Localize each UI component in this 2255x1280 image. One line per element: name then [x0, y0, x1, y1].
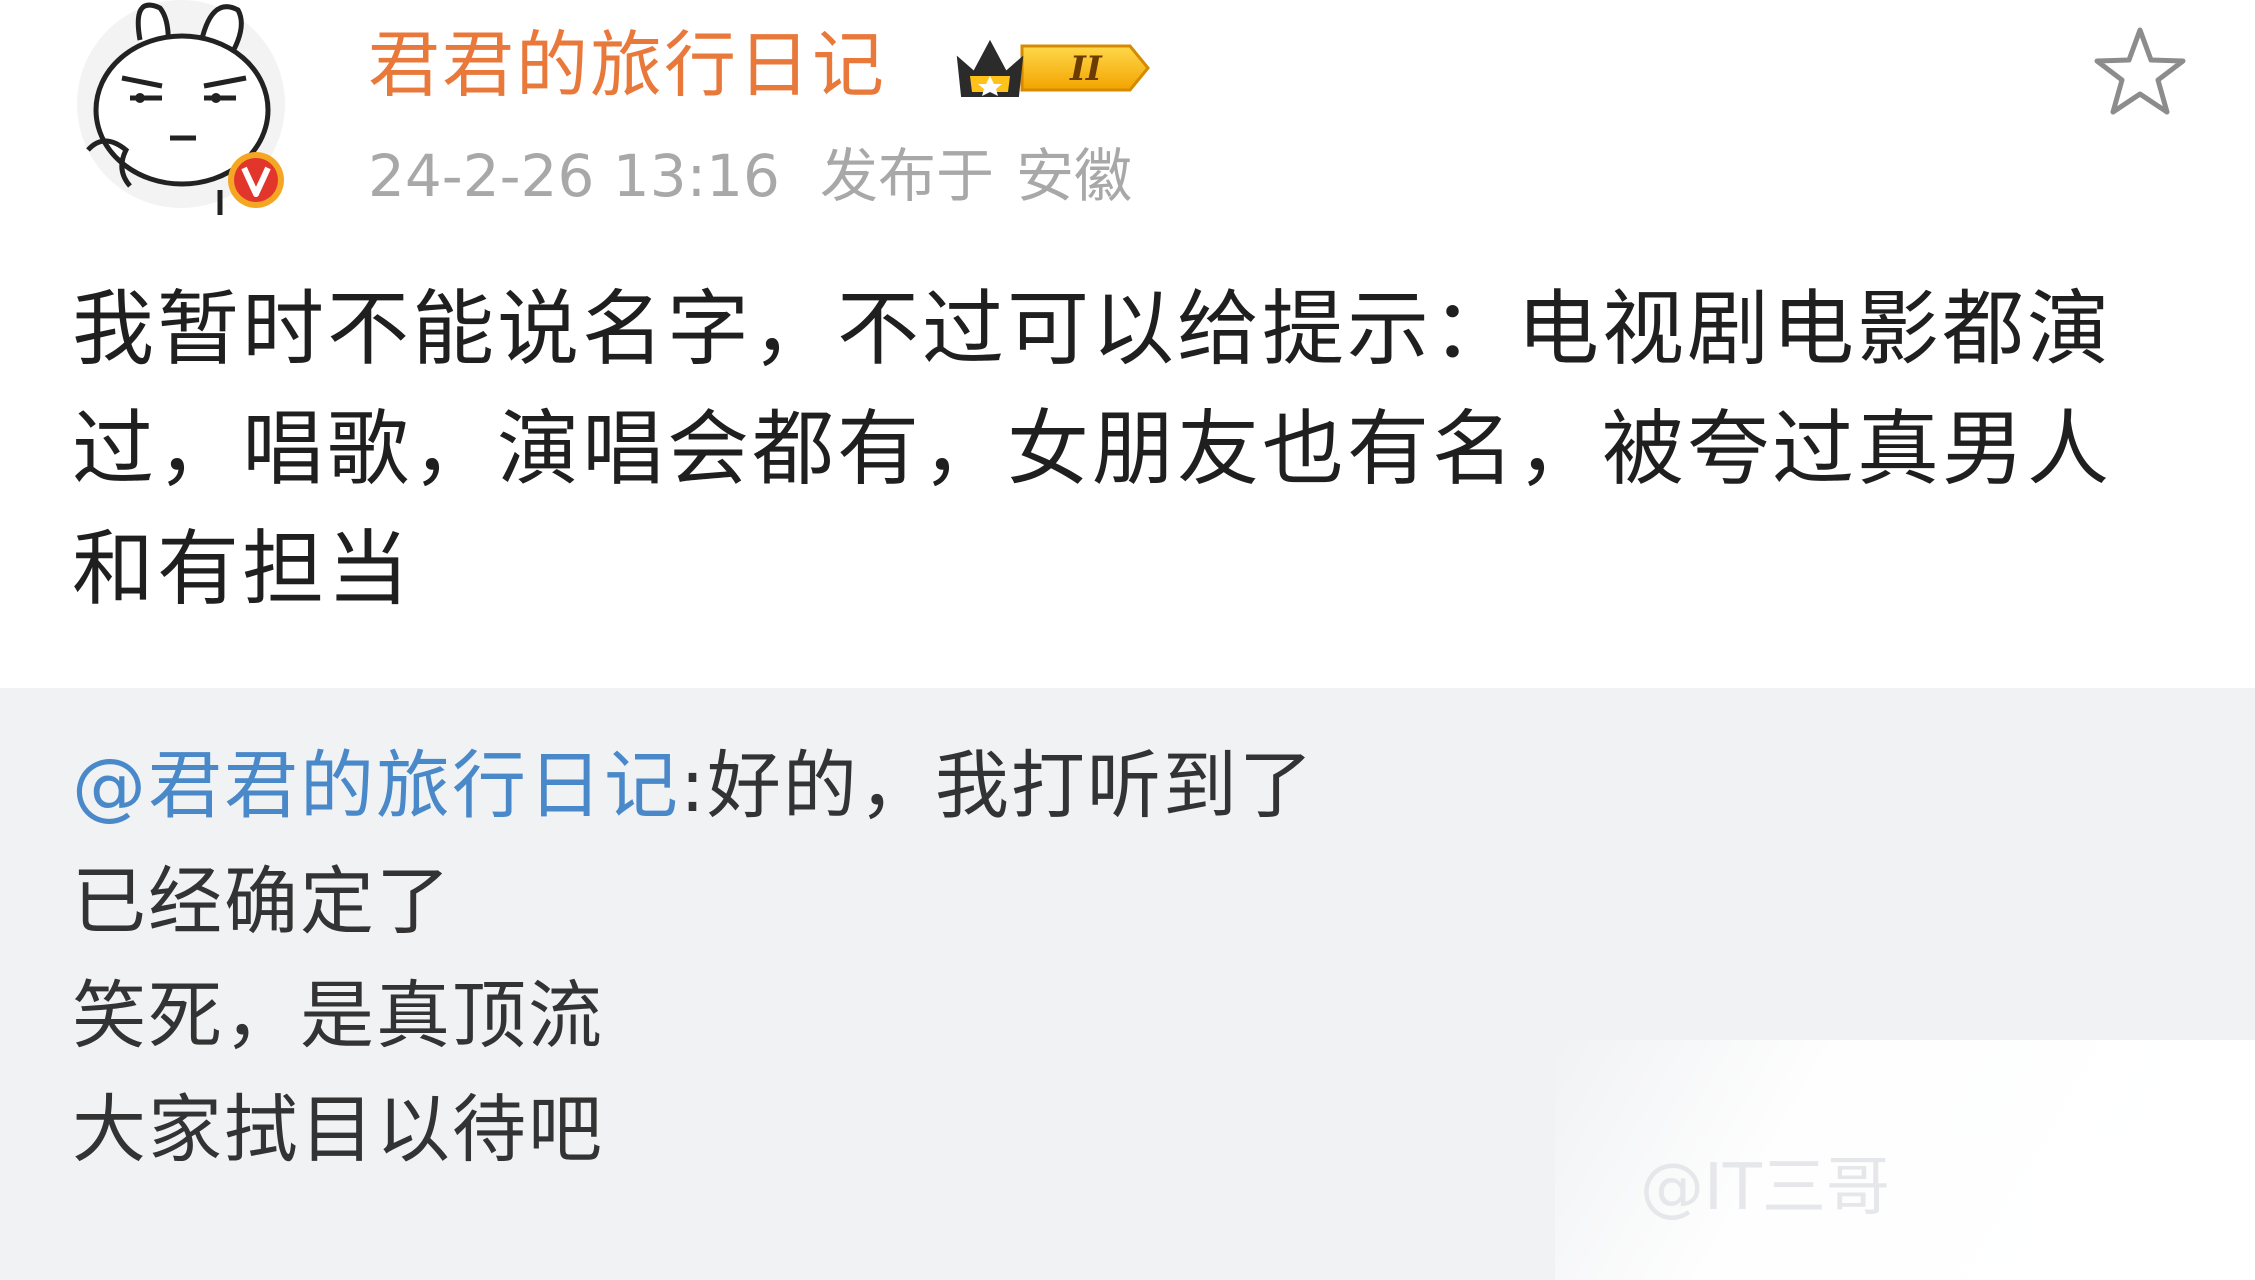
author-name[interactable]: 君君的旅行日记	[368, 20, 886, 110]
post-meta: 24-2-26 13:16 发布于 安徽	[368, 136, 1132, 216]
location-prefix: 发布于	[819, 142, 994, 210]
watermark: @IT三哥	[1640, 1151, 1890, 1225]
vip-crown-icon[interactable]: II	[952, 28, 1152, 108]
repost-line-2: 已经确定了	[72, 859, 452, 945]
post-text: 我暂时不能说名字，不过可以给提示：电视剧电影都演过，唱歌，演唱会都有，女朋友也有…	[72, 282, 2113, 617]
post-location: 安徽	[1015, 142, 1132, 210]
avatar[interactable]	[70, 0, 292, 215]
weibo-post: 君君的旅行日记 II 24-2-26 13:16 发布于 安徽 我暂时不能说名字…	[0, 0, 2255, 1280]
repost-text: :好的，我打听到了	[680, 743, 1315, 829]
repost-line-4: 大家拭目以待吧	[72, 1087, 604, 1173]
repost-card[interactable]: @君君的旅行日记:好的，我打听到了 已经确定了 笑死，是真顶流 大家拭目以待吧 …	[0, 688, 2255, 1280]
repost-line-1: @君君的旅行日记:好的，我打听到了	[72, 736, 1315, 836]
repost-line-3: 笑死，是真顶流	[72, 973, 604, 1059]
post-timestamp: 24-2-26 13:16	[368, 142, 780, 210]
verified-icon	[228, 152, 284, 208]
vip-level: II	[1069, 49, 1103, 89]
mention-link[interactable]: @君君的旅行日记	[72, 743, 680, 829]
star-outline-icon[interactable]	[2090, 22, 2190, 122]
